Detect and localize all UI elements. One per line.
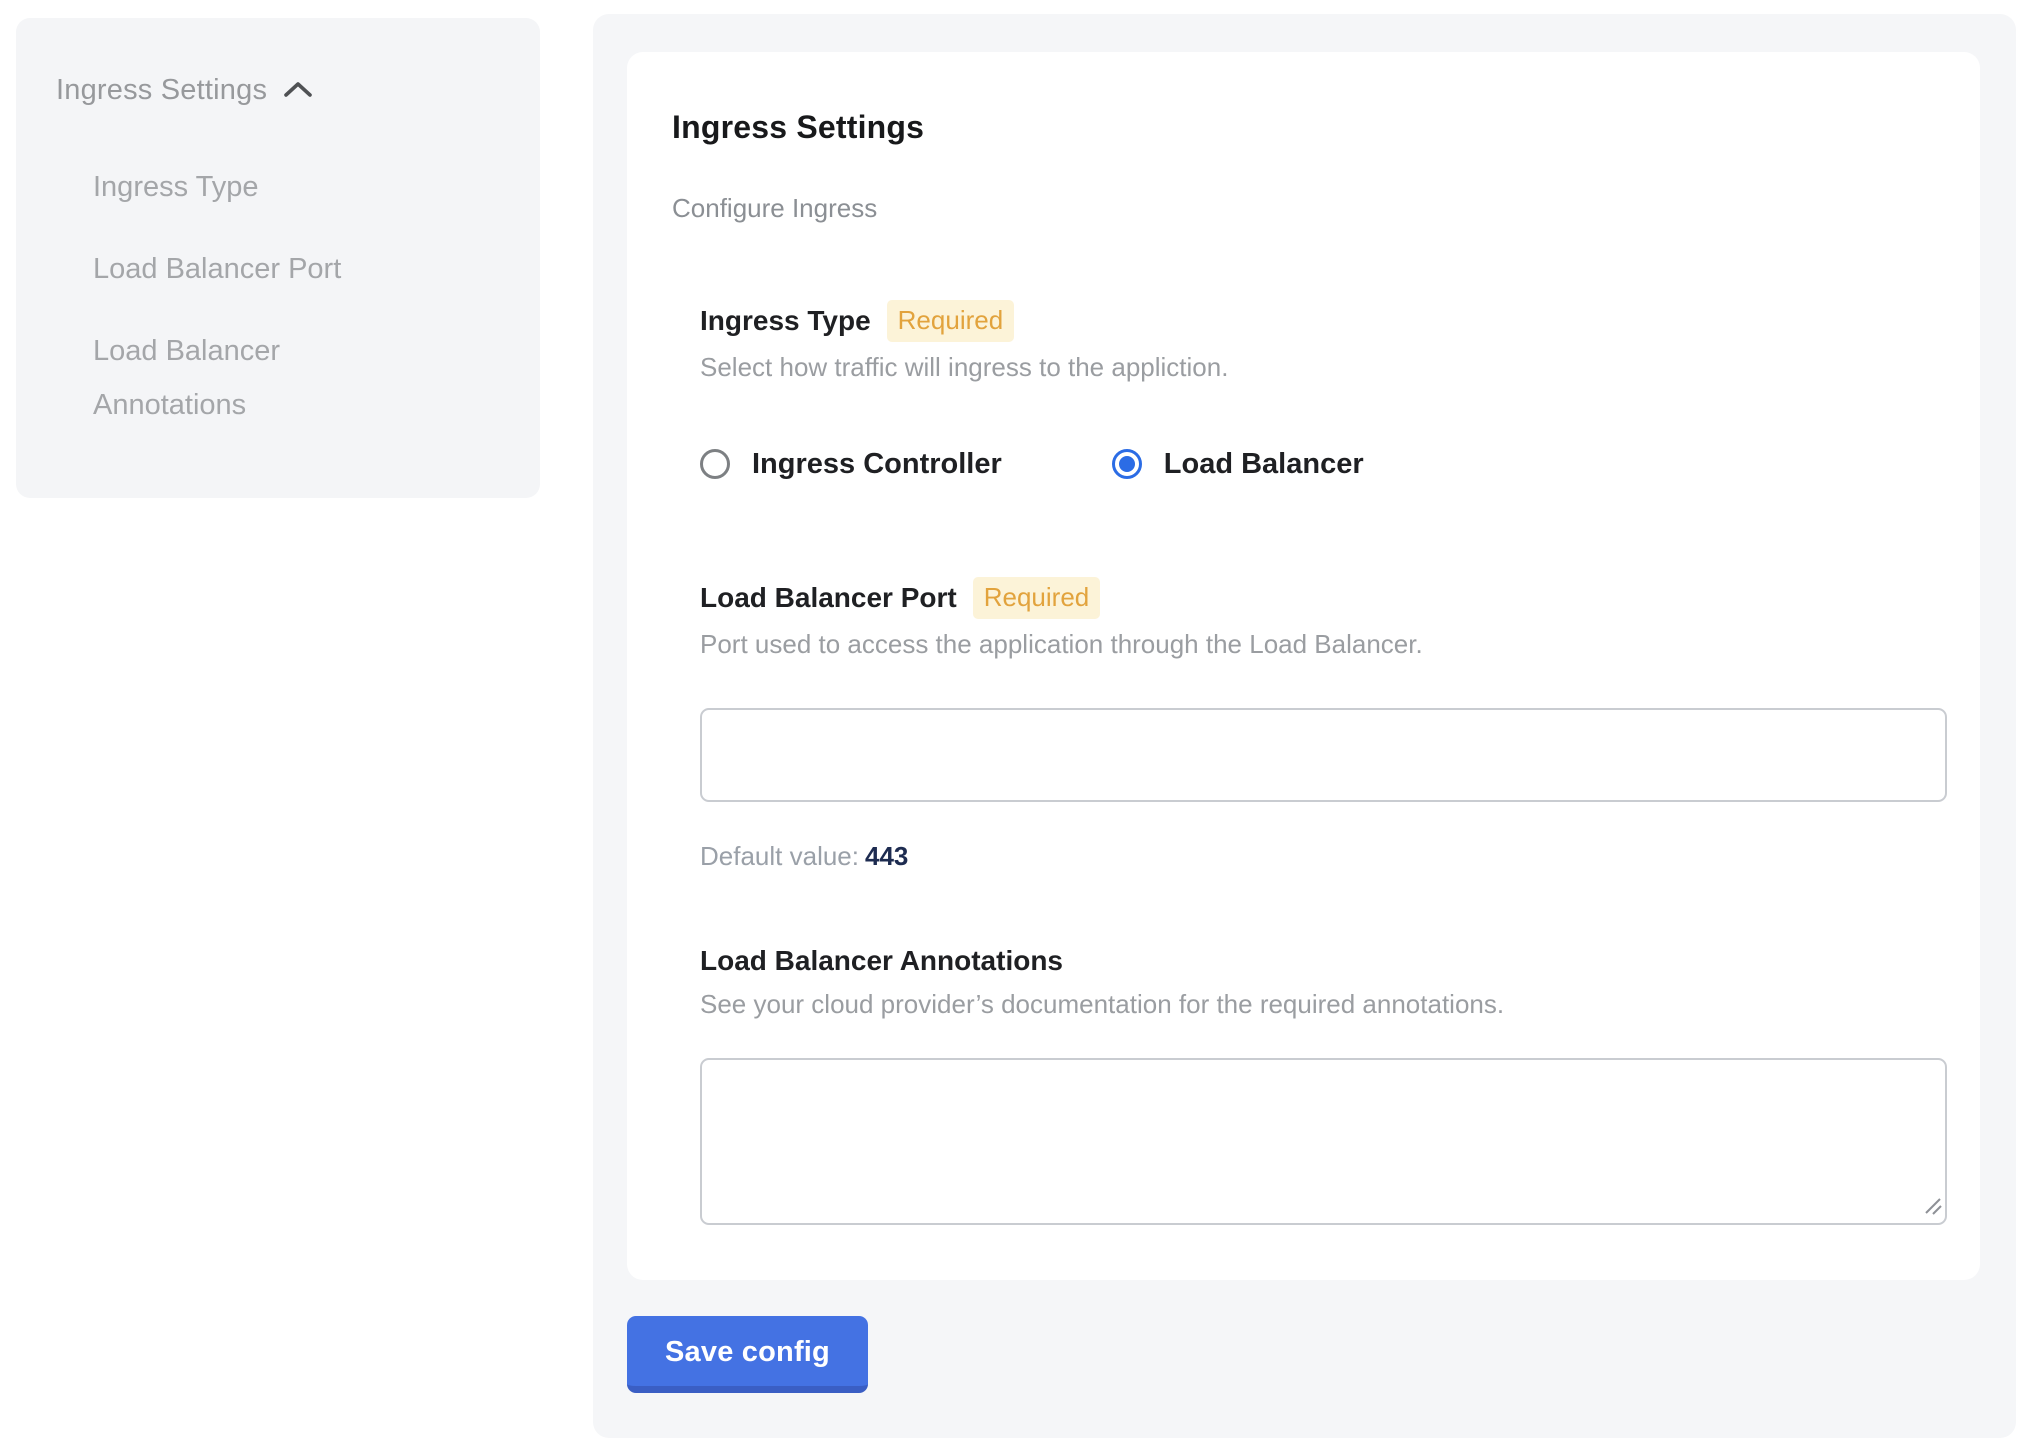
main-panel: Ingress Settings Configure Ingress Ingre… bbox=[593, 14, 2016, 1438]
required-badge: Required bbox=[887, 300, 1015, 342]
ingress-settings-card: Ingress Settings Configure Ingress Ingre… bbox=[627, 52, 1980, 1280]
settings-nav-sidebar: Ingress Settings Ingress Type Load Balan… bbox=[16, 18, 540, 498]
chevron-up-icon bbox=[283, 81, 313, 103]
radio-label-ingress-controller: Ingress Controller bbox=[752, 446, 1002, 482]
radio-ingress-controller[interactable] bbox=[700, 449, 730, 479]
load-balancer-annotations-textarea[interactable] bbox=[700, 1058, 1947, 1225]
page: Ingress Settings Ingress Type Load Balan… bbox=[0, 0, 2036, 1452]
ingress-type-description: Select how traffic will ingress to the a… bbox=[700, 350, 1947, 384]
ingress-type-label: Ingress Type bbox=[700, 303, 871, 339]
sidebar-item-load-balancer-annotations[interactable]: Load Balancer Annotations bbox=[93, 324, 388, 432]
ingress-type-radio-group: Ingress Controller Load Balancer bbox=[700, 446, 1947, 482]
default-value-label: Default value: bbox=[700, 841, 859, 871]
sidebar-item-ingress-type[interactable]: Ingress Type bbox=[93, 160, 388, 214]
radio-load-balancer[interactable] bbox=[1112, 449, 1142, 479]
radio-option-load-balancer[interactable]: Load Balancer bbox=[1112, 446, 1364, 482]
radio-label-load-balancer: Load Balancer bbox=[1164, 446, 1364, 482]
save-config-button[interactable]: Save config bbox=[627, 1316, 868, 1393]
page-title: Ingress Settings bbox=[672, 107, 1947, 147]
page-subtitle: Configure Ingress bbox=[672, 192, 1947, 224]
radio-option-ingress-controller[interactable]: Ingress Controller bbox=[700, 446, 1002, 482]
load-balancer-annotations-label: Load Balancer Annotations bbox=[700, 943, 1063, 979]
required-badge: Required bbox=[973, 577, 1101, 619]
section-load-balancer-port: Load Balancer Port Required Port used to… bbox=[700, 577, 1947, 873]
section-load-balancer-annotations: Load Balancer Annotations See your cloud… bbox=[700, 943, 1947, 1225]
sidebar-group-label: Ingress Settings bbox=[56, 72, 267, 108]
load-balancer-annotations-description: See your cloud provider’s documentation … bbox=[700, 987, 1947, 1021]
load-balancer-port-input[interactable] bbox=[700, 708, 1947, 802]
sidebar-nav-list: Ingress Type Load Balancer Port Load Bal… bbox=[93, 160, 504, 432]
default-value: 443 bbox=[865, 841, 908, 871]
sidebar-item-load-balancer-port[interactable]: Load Balancer Port bbox=[93, 242, 388, 296]
load-balancer-port-label: Load Balancer Port bbox=[700, 580, 957, 616]
section-ingress-type: Ingress Type Required Select how traffic… bbox=[700, 300, 1947, 482]
sidebar-group-ingress-settings[interactable]: Ingress Settings bbox=[56, 72, 504, 108]
default-value-line: Default value:443 bbox=[700, 839, 1947, 873]
load-balancer-port-description: Port used to access the application thro… bbox=[700, 627, 1947, 661]
